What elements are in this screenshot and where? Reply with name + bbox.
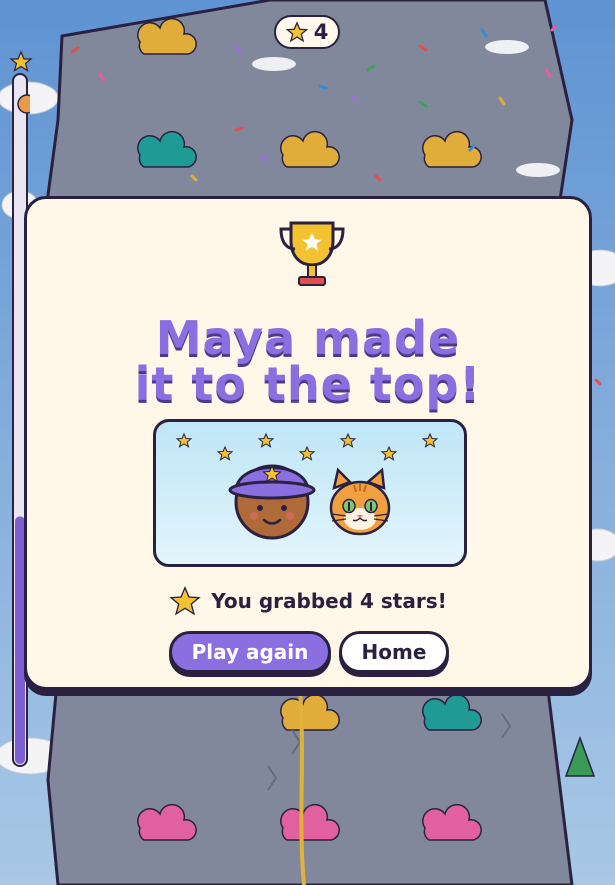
sparkle-star-icon xyxy=(298,445,316,461)
star-counter: 4 xyxy=(274,15,340,49)
title-line-1: Maya made xyxy=(155,311,461,365)
celebration-scene xyxy=(153,419,467,567)
success-title: Maya made it to the top! xyxy=(27,315,589,407)
star-icon xyxy=(285,21,308,43)
maya-avatar-icon xyxy=(228,464,316,540)
star-count: 4 xyxy=(313,20,329,44)
cat-companion-icon xyxy=(329,467,391,536)
stars-summary: You grabbed 4 stars! xyxy=(27,585,589,617)
sparkle-star-icon xyxy=(380,445,398,461)
sparkle-star-icon xyxy=(257,432,275,448)
home-button[interactable]: Home xyxy=(339,631,449,673)
sparkle-star-icon xyxy=(175,432,193,448)
cat-marker-icon xyxy=(17,94,37,114)
success-dialog: Maya made it to the top! You grabbed 4 s… xyxy=(24,196,592,690)
stars-message: You grabbed 4 stars! xyxy=(211,589,447,613)
sparkle-star-icon xyxy=(216,445,234,461)
star-icon xyxy=(169,585,201,616)
sparkle-star-icon xyxy=(421,432,439,448)
title-line-2: it to the top! xyxy=(134,357,482,411)
sparkle-star-icon xyxy=(339,432,357,448)
trophy-icon xyxy=(279,221,345,286)
play-again-button[interactable]: Play again xyxy=(169,631,331,673)
